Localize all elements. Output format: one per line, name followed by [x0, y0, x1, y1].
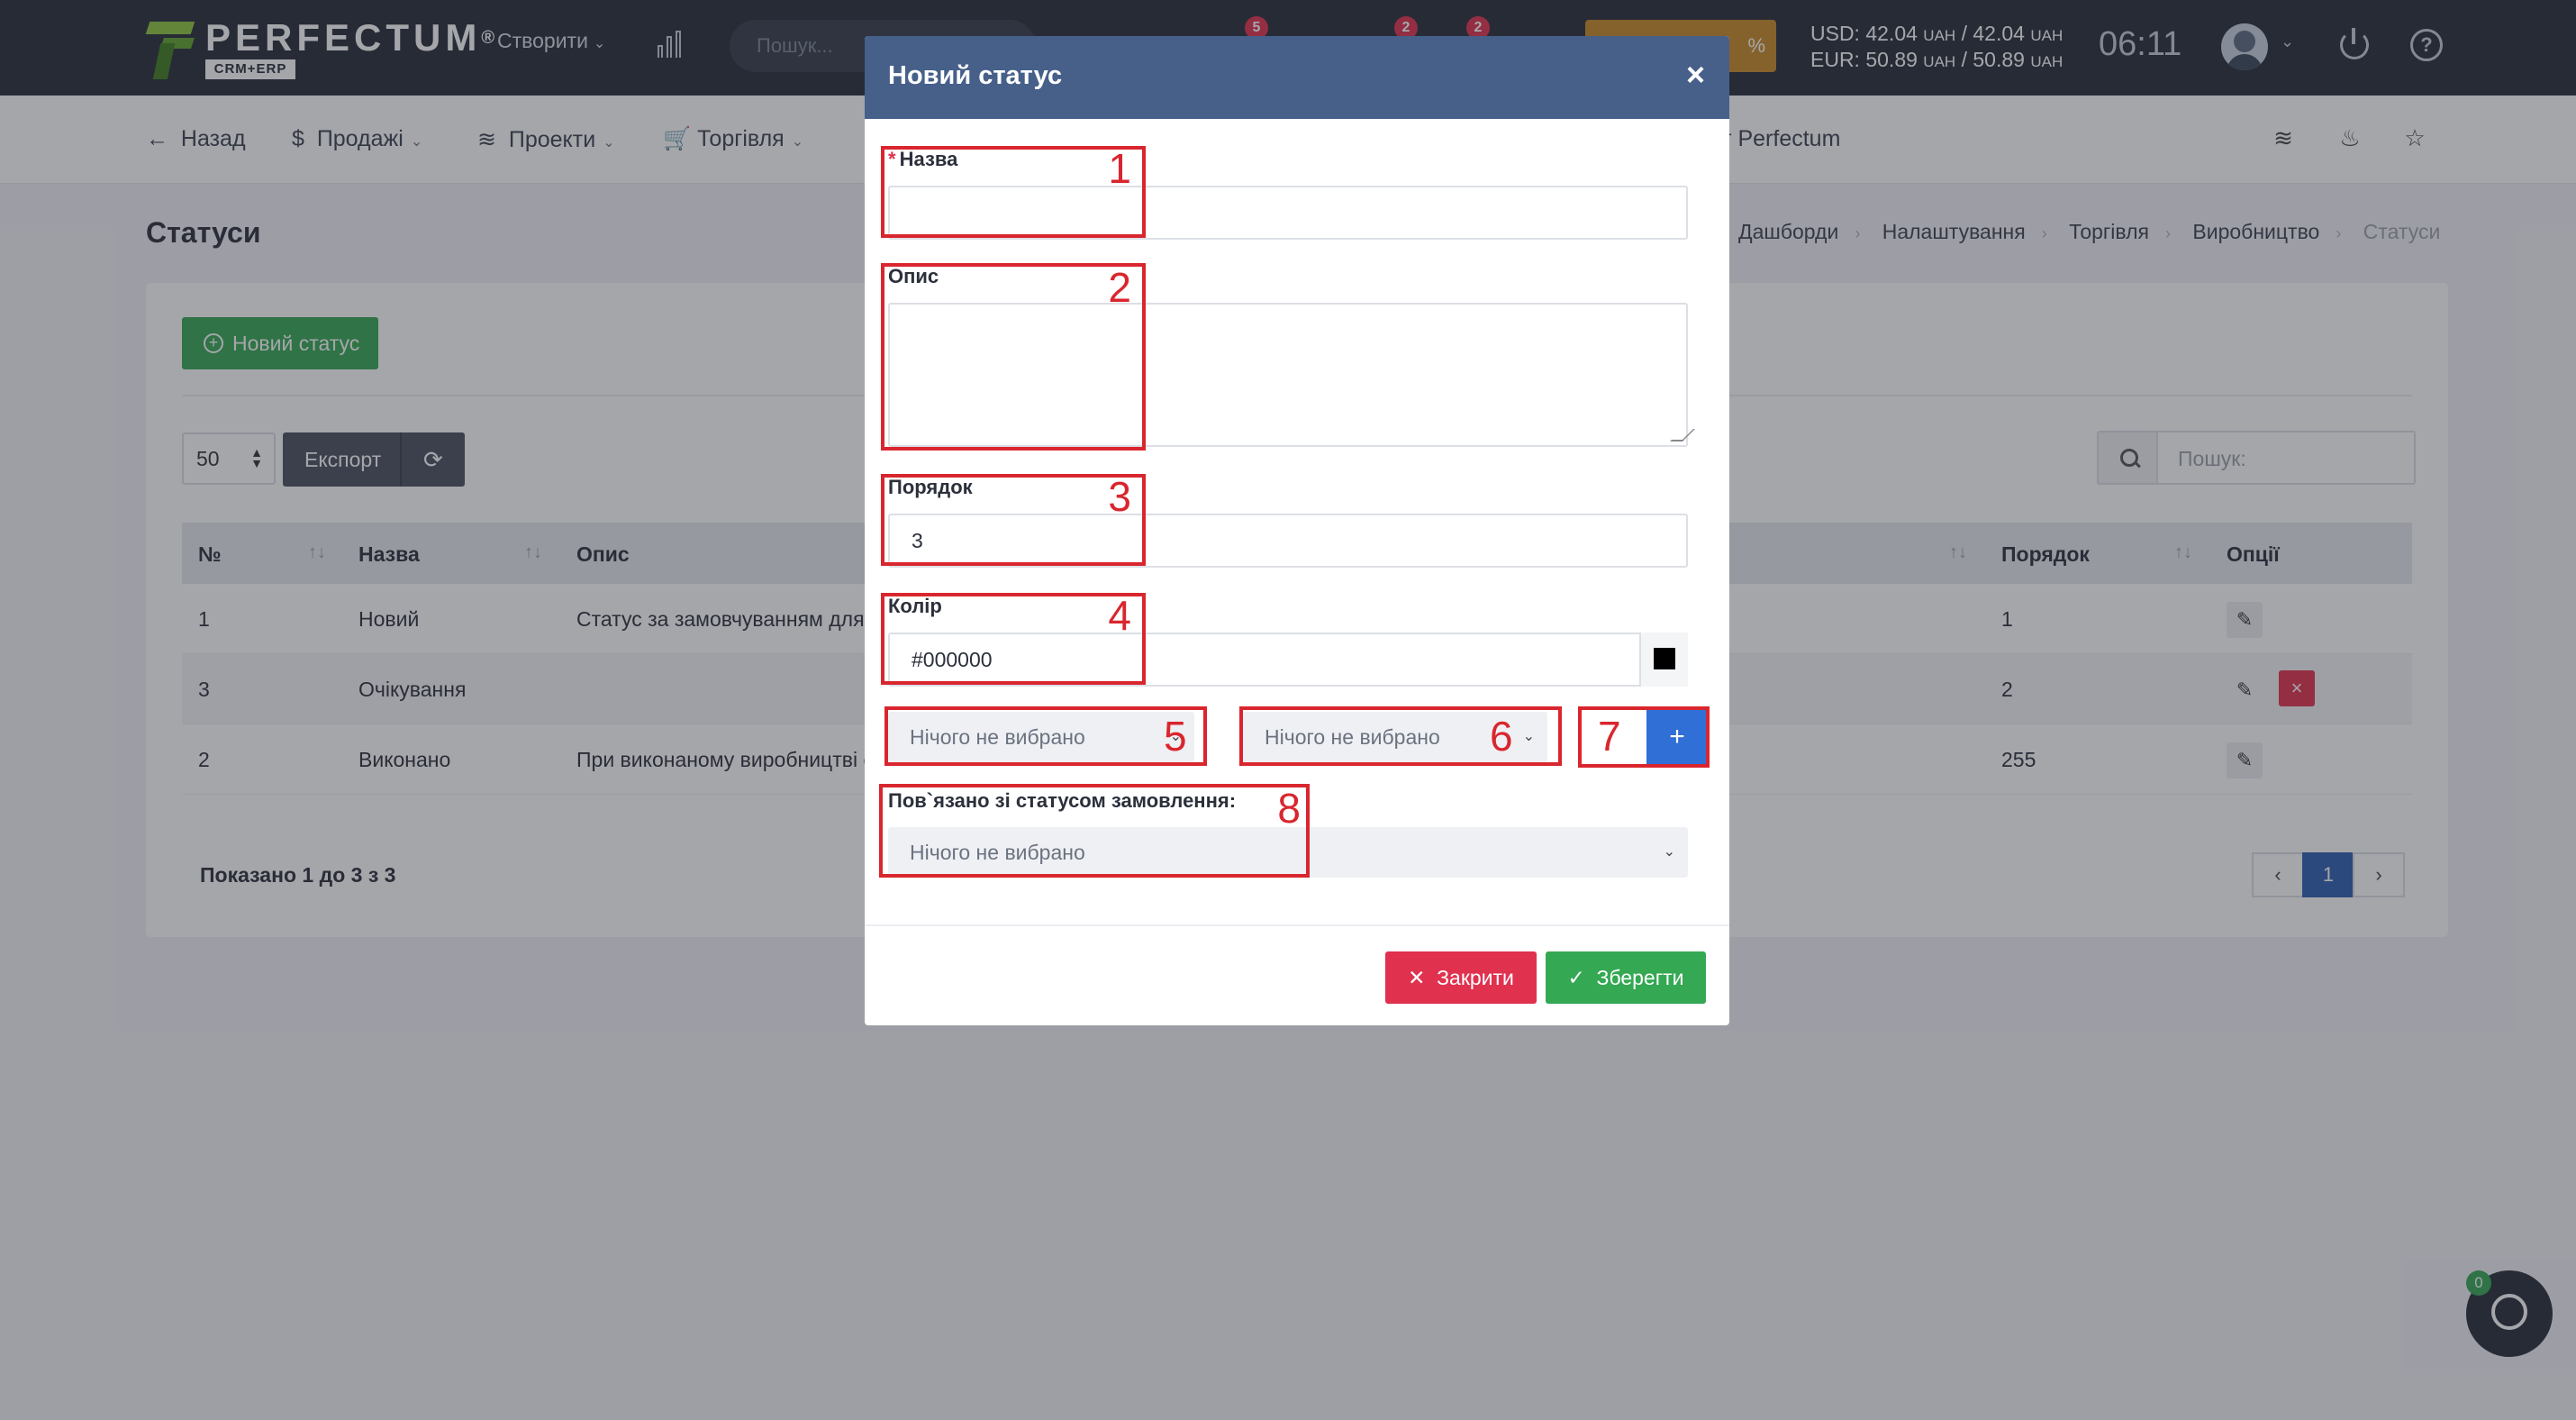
check-icon: ✓	[1567, 966, 1585, 989]
new-status-modal: Новий статус × * Назва Опис Порядок 3 Кол…	[865, 36, 1729, 1025]
resize-handle-icon[interactable]	[1670, 429, 1695, 441]
annotation-number-3: 3	[1108, 473, 1131, 520]
annotation-number-2: 2	[1108, 264, 1131, 311]
annotation-number-8: 8	[1277, 785, 1301, 832]
save-button[interactable]: ✓ Зберегти	[1546, 951, 1706, 1004]
color-swatch[interactable]	[1639, 633, 1688, 687]
divider	[865, 924, 1729, 926]
close-icon[interactable]: ×	[1686, 56, 1705, 94]
close-icon: ✕	[1408, 966, 1426, 989]
close-button[interactable]: ✕ Закрити	[1385, 951, 1537, 1004]
annotation-number-5: 5	[1164, 713, 1187, 760]
annotation-number-6: 6	[1490, 713, 1513, 760]
annotation-box-4	[881, 593, 1146, 685]
annotation-box-2	[881, 263, 1146, 451]
annotation-box-5	[884, 706, 1207, 766]
annotation-number-4: 4	[1108, 592, 1131, 639]
annotation-box-6	[1239, 706, 1562, 766]
annotation-box-8	[879, 784, 1310, 878]
annotation-number-7: 7	[1598, 713, 1621, 760]
annotation-number-1: 1	[1108, 145, 1131, 192]
modal-header: Новий статус ×	[865, 36, 1729, 119]
annotation-box-3	[881, 474, 1146, 566]
modal-title: Новий статус	[888, 61, 1063, 90]
chevron-down-icon: ⌄	[1663, 844, 1675, 860]
annotation-box-1	[881, 146, 1146, 238]
